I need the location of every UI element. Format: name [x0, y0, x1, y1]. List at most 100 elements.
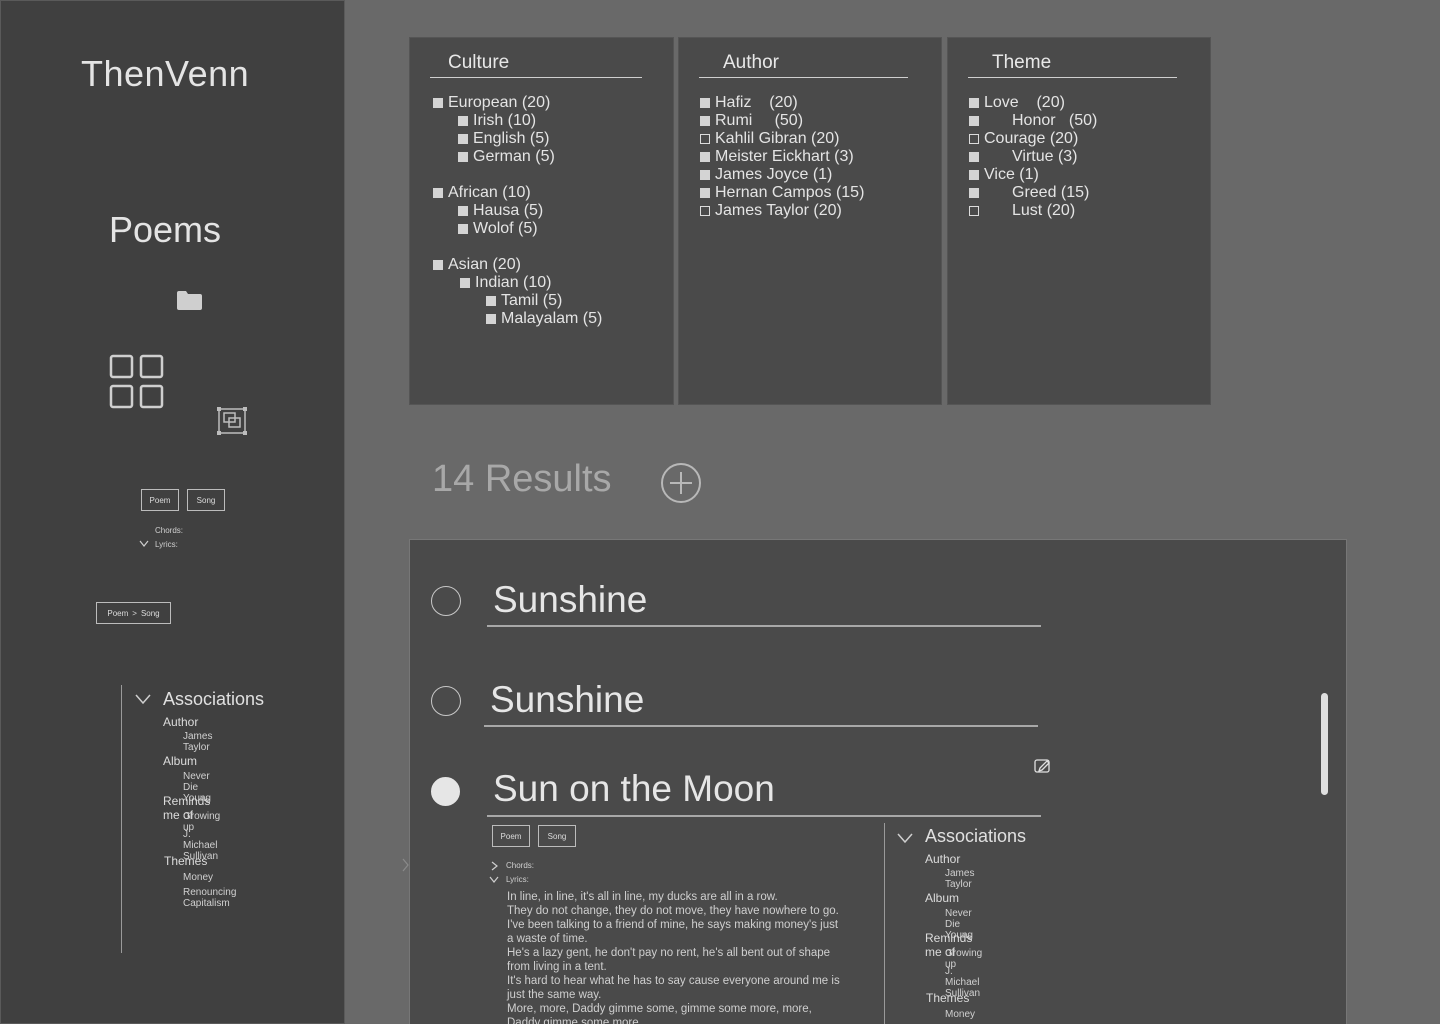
- breadcrumb[interactable]: Poem > Song: [96, 602, 171, 624]
- filter-option[interactable]: German (5): [458, 148, 555, 166]
- filter-option[interactable]: Kahlil Gibran (20): [700, 130, 840, 148]
- checkbox[interactable]: [486, 296, 496, 306]
- checkbox[interactable]: [458, 116, 468, 126]
- assoc-album-label: Album: [163, 754, 198, 768]
- checkbox[interactable]: [969, 188, 979, 198]
- checkbox[interactable]: [700, 170, 710, 180]
- filter-option[interactable]: Virtue (3): [969, 148, 1078, 166]
- filter-option[interactable]: Malayalam (5): [486, 310, 602, 328]
- chevron-down-icon[interactable]: [139, 540, 149, 548]
- checkbox[interactable]: [486, 314, 496, 324]
- filter-option[interactable]: Courage (20): [969, 130, 1078, 148]
- scrollbar-thumb[interactable]: [1321, 693, 1328, 795]
- filter-option[interactable]: James Joyce (1): [700, 166, 832, 184]
- filter-option[interactable]: Irish (10): [458, 112, 536, 130]
- filter-option[interactable]: Honor (50): [969, 112, 1097, 130]
- assoc-themes-label: Themes: [926, 991, 970, 1005]
- chevron-right-icon[interactable]: [402, 858, 410, 872]
- checkbox[interactable]: [458, 152, 468, 162]
- checkbox[interactable]: [969, 170, 979, 180]
- grid-view-icon[interactable]: [109, 354, 165, 410]
- result-underline: [487, 815, 1041, 817]
- filter-option[interactable]: Meister Eickhart (3): [700, 148, 854, 166]
- filter-option-label: Lust (20): [1012, 202, 1076, 219]
- checkbox[interactable]: [433, 98, 443, 108]
- checkbox[interactable]: [700, 188, 710, 198]
- filter-option[interactable]: Tamil (5): [486, 292, 562, 310]
- checkbox[interactable]: [700, 98, 710, 108]
- checkbox[interactable]: [700, 134, 710, 144]
- assoc-author-value[interactable]: James Taylor: [183, 731, 212, 753]
- checkbox[interactable]: [700, 116, 710, 126]
- assoc-themes-value[interactable]: Money: [945, 1009, 975, 1020]
- folder-icon[interactable]: [176, 289, 203, 311]
- filter-option-label: Honor (50): [1012, 112, 1098, 129]
- breadcrumb-song[interactable]: Song: [141, 609, 160, 618]
- filter-option[interactable]: African (10): [433, 184, 531, 202]
- edit-icon[interactable]: [1034, 758, 1052, 774]
- song-button[interactable]: Song: [187, 489, 225, 511]
- assoc-themes-value[interactable]: Money: [183, 872, 213, 883]
- chevron-down-icon[interactable]: [135, 694, 151, 705]
- chevron-down-icon[interactable]: [489, 876, 499, 884]
- filter-option[interactable]: Rumi (50): [700, 112, 803, 130]
- checkbox[interactable]: [458, 206, 468, 216]
- checkbox[interactable]: [969, 98, 979, 108]
- result-title[interactable]: Sunshine: [490, 679, 644, 721]
- filter-option[interactable]: English (5): [458, 130, 549, 148]
- filter-option-label: German (5): [473, 148, 555, 165]
- chords-label: Chords:: [506, 861, 535, 870]
- checkbox[interactable]: [700, 152, 710, 162]
- author-filter-title: Author: [699, 52, 908, 78]
- result-underline: [484, 725, 1038, 727]
- result-radio-selected[interactable]: [431, 777, 460, 806]
- filter-option[interactable]: Greed (15): [969, 184, 1089, 202]
- checkbox[interactable]: [969, 206, 979, 216]
- filter-option[interactable]: Vice (1): [969, 166, 1039, 184]
- result-title[interactable]: Sun on the Moon: [493, 768, 775, 810]
- checkbox[interactable]: [460, 278, 470, 288]
- add-icon[interactable]: [660, 462, 702, 504]
- filter-option[interactable]: Lust (20): [969, 202, 1075, 220]
- breadcrumb-poem[interactable]: Poem: [107, 609, 128, 618]
- checkbox[interactable]: [458, 134, 468, 144]
- checkbox[interactable]: [700, 206, 710, 216]
- theme-filter-title: Theme: [968, 52, 1177, 78]
- checkbox[interactable]: [433, 260, 443, 270]
- filter-option[interactable]: Hernan Campos (15): [700, 184, 864, 202]
- checkbox[interactable]: [458, 224, 468, 234]
- filter-option[interactable]: Wolof (5): [458, 220, 538, 238]
- assoc-themes-label: Themes: [164, 854, 208, 868]
- filter-option[interactable]: European (20): [433, 94, 550, 112]
- chevron-right-icon[interactable]: [491, 861, 499, 871]
- result-underline: [487, 625, 1041, 627]
- poem-button[interactable]: Poem: [141, 489, 179, 511]
- poem-button[interactable]: Poem: [492, 825, 530, 847]
- culture-filter-panel: Culture European (20) Irish (10) English…: [409, 37, 674, 405]
- chevron-down-icon[interactable]: [897, 833, 913, 844]
- result-title[interactable]: Sunshine: [493, 579, 647, 621]
- filter-option[interactable]: Hafiz (20): [700, 94, 798, 112]
- filter-option[interactable]: Indian (10): [460, 274, 552, 292]
- filter-option[interactable]: James Taylor (20): [700, 202, 842, 220]
- assoc-author-value[interactable]: James Taylor: [945, 868, 974, 890]
- filter-option-label: Love (20): [984, 94, 1065, 111]
- checkbox[interactable]: [969, 116, 979, 126]
- checkbox[interactable]: [969, 134, 979, 144]
- frame-select-icon[interactable]: [217, 407, 247, 435]
- result-radio[interactable]: [431, 686, 461, 716]
- filter-option-label: Rumi (50): [715, 112, 804, 129]
- filter-option[interactable]: Love (20): [969, 94, 1065, 112]
- lyrics-line: from living in a tent.: [507, 961, 607, 973]
- lyrics-line: In line, in line, it's all in line, my d…: [507, 891, 778, 903]
- filter-option[interactable]: Hausa (5): [458, 202, 543, 220]
- song-button[interactable]: Song: [538, 825, 576, 847]
- result-radio[interactable]: [431, 586, 461, 616]
- assoc-themes-value[interactable]: Renouncing Capitalism: [183, 887, 236, 909]
- checkbox[interactable]: [433, 188, 443, 198]
- checkbox[interactable]: [969, 152, 979, 162]
- assoc-author-label: Author: [925, 852, 961, 866]
- filter-option[interactable]: Asian (20): [433, 256, 521, 274]
- filter-option-label: James Joyce (1): [715, 166, 833, 183]
- lyrics-text: In line, in line, it's all in line, my d…: [507, 890, 867, 1024]
